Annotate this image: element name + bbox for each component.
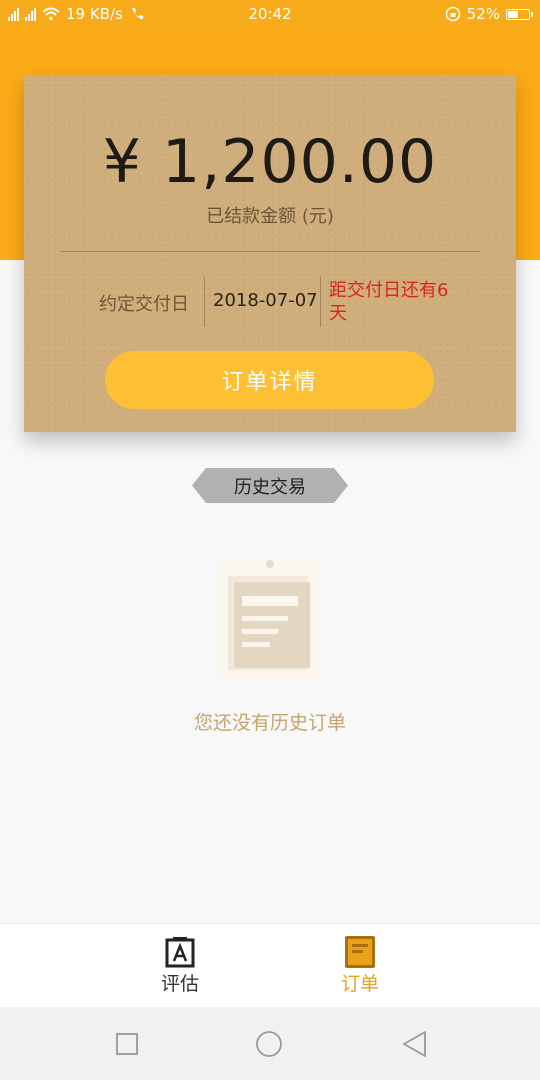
status-right: 52% (445, 0, 533, 28)
tab-orders-label: 订单 (340, 973, 379, 995)
home-icon[interactable] (254, 1029, 284, 1059)
tab-orders[interactable]: 订单 (300, 924, 420, 1008)
tab-assess[interactable]: 评估 (120, 924, 240, 1008)
delivery-info-row: 约定交付日 2018-07-07 距交付日还有6天 (24, 277, 516, 327)
settlement-card: ¥ 1,200.00 已结款金额 (元) 约定交付日 2018-07-07 距交… (24, 75, 516, 432)
settled-amount-label: 已结款金额 (元) (206, 206, 334, 227)
back-icon[interactable] (400, 1029, 430, 1059)
days-remaining: 距交付日还有6天 (329, 280, 449, 324)
empty-history-text: 您还没有历史订单 (193, 712, 346, 734)
info-divider (320, 277, 321, 327)
recent-apps-icon[interactable] (112, 1029, 142, 1059)
card-divider (60, 251, 480, 252)
clipboard-icon (220, 560, 320, 680)
delivery-label: 约定交付日 (99, 294, 189, 315)
battery-fill (508, 10, 518, 18)
order-details-button[interactable]: 订单详情 (105, 351, 434, 409)
tab-assess-label: 评估 (160, 973, 199, 995)
battery-percent: 52% (466, 5, 500, 23)
history-tag: 历史交易 (192, 468, 348, 503)
battery-icon (506, 8, 533, 20)
delivery-date: 2018-07-07 (213, 290, 318, 311)
status-bar: 19 KB/s 20:42 52% (0, 0, 540, 28)
rotation-lock-icon (445, 6, 460, 22)
screen: 19 KB/s 20:42 52% ¥ 1,200.00 已结款金额 (元) 约… (0, 0, 540, 1080)
bottom-tab-bar: 评估 订单 (0, 923, 540, 1008)
assess-icon (165, 937, 195, 968)
settled-amount: ¥ 1,200.00 (102, 127, 438, 197)
order-icon (345, 936, 375, 968)
system-nav-bar (0, 1007, 540, 1080)
info-divider (204, 277, 205, 327)
